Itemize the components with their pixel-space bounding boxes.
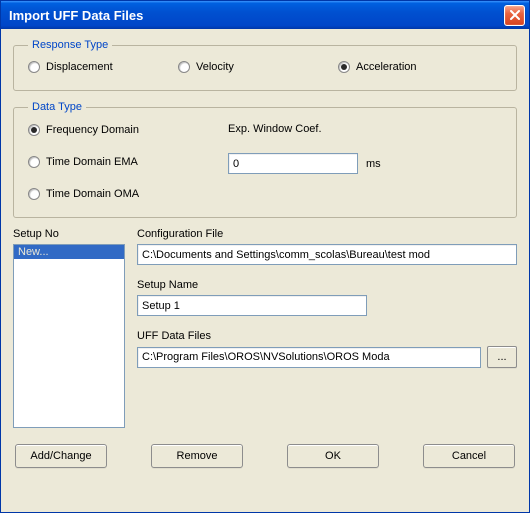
radio-displacement-label: Displacement (46, 61, 113, 73)
radio-circle-icon (28, 124, 40, 136)
radio-time-domain-ema-label: Time Domain EMA (46, 156, 138, 168)
coef-unit: ms (366, 158, 381, 170)
radio-frequency-domain-label: Frequency Domain (46, 124, 139, 136)
radio-time-domain-oma-label: Time Domain OMA (46, 188, 139, 200)
radio-time-domain-ema[interactable]: Time Domain EMA (28, 156, 138, 168)
setup-listbox[interactable]: New... (13, 244, 125, 428)
config-file-input[interactable] (137, 244, 517, 265)
setup-no-label: Setup No (13, 228, 125, 240)
list-item[interactable]: New... (14, 245, 124, 259)
response-type-group: Response Type Displacement Velocity (13, 39, 517, 91)
data-type-legend: Data Type (28, 101, 86, 113)
radio-acceleration[interactable]: Acceleration (338, 61, 417, 73)
radio-frequency-domain[interactable]: Frequency Domain (28, 124, 139, 136)
radio-circle-icon (28, 156, 40, 168)
client-area: Response Type Displacement Velocity (1, 29, 529, 480)
radio-time-domain-oma[interactable]: Time Domain OMA (28, 188, 139, 200)
window-title: Import UFF Data Files (9, 8, 504, 23)
radio-circle-icon (338, 61, 350, 73)
setup-area: Setup No New... Configuration File Setup… (13, 228, 517, 428)
data-type-group: Data Type Frequency Domain Exp. Window C… (13, 101, 517, 218)
radio-velocity[interactable]: Velocity (178, 61, 234, 73)
browse-button[interactable]: ... (487, 346, 517, 368)
radio-acceleration-label: Acceleration (356, 61, 417, 73)
close-icon (510, 10, 520, 20)
response-type-legend: Response Type (28, 39, 112, 51)
dialog-window: Import UFF Data Files Response Type Disp… (0, 0, 530, 513)
cancel-button[interactable]: Cancel (423, 444, 515, 468)
radio-circle-icon (178, 61, 190, 73)
radio-circle-icon (28, 188, 40, 200)
titlebar: Import UFF Data Files (1, 1, 529, 29)
uff-files-input[interactable] (137, 347, 481, 368)
config-file-label: Configuration File (137, 228, 517, 240)
response-type-row: Displacement Velocity Acceleration (28, 61, 502, 76)
setup-name-input[interactable] (137, 295, 367, 316)
button-row: Add/Change Remove OK Cancel (13, 444, 517, 468)
ok-button[interactable]: OK (287, 444, 379, 468)
radio-circle-icon (28, 61, 40, 73)
coef-label: Exp. Window Coef. (228, 123, 502, 135)
coef-input[interactable] (228, 153, 358, 174)
add-change-button[interactable]: Add/Change (15, 444, 107, 468)
radio-displacement[interactable]: Displacement (28, 61, 113, 73)
close-button[interactable] (504, 5, 525, 26)
uff-files-label: UFF Data Files (137, 330, 517, 342)
remove-button[interactable]: Remove (151, 444, 243, 468)
setup-name-label: Setup Name (137, 279, 517, 291)
radio-velocity-label: Velocity (196, 61, 234, 73)
